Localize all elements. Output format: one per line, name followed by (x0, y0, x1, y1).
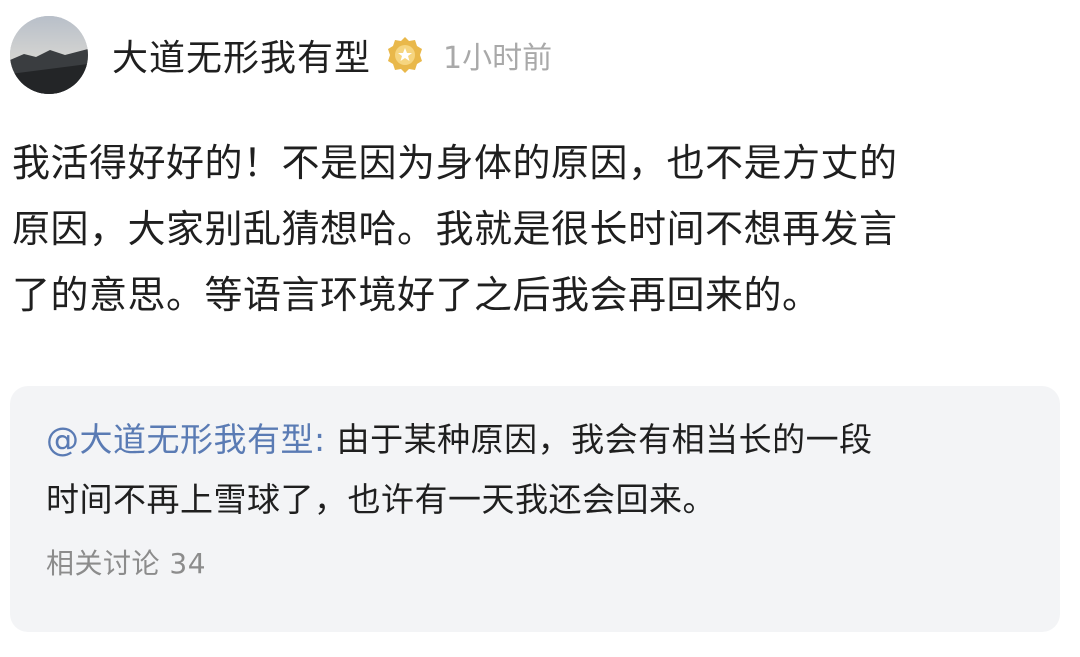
quoted-author-mention[interactable]: @大道无形我有型: (46, 420, 326, 459)
avatar-image (10, 16, 88, 94)
quoted-post-card[interactable]: @大道无形我有型: 由于某种原因，我会有相当长的一段 时间不再上雪球了，也许有一… (10, 386, 1060, 632)
post-time: 1小时前 (443, 41, 553, 76)
post-body-line: 我活得好好的！不是因为身体的原因，也不是方丈的 (12, 141, 898, 185)
post-body-line: 了的意思。等语言环境好了之后我会再回来的。 (12, 273, 821, 317)
author-name[interactable]: 大道无形我有型 (112, 29, 371, 81)
quoted-post-line: @大道无形我有型: 由于某种原因，我会有相当长的一段 (46, 410, 1026, 470)
quoted-text-line2: 时间不再上雪球了，也许有一天我还会回来。 (46, 480, 716, 519)
post-body: 我活得好好的！不是因为身体的原因，也不是方丈的 原因，大家别乱猜想哈。我就是很长… (12, 130, 1068, 328)
verified-badge-icon (385, 35, 425, 75)
quoted-post-text: @大道无形我有型: 由于某种原因，我会有相当长的一段 时间不再上雪球了，也许有一… (46, 410, 1026, 530)
post-header: 大道无形我有型 1小时前 (10, 16, 1070, 94)
avatar[interactable] (10, 16, 88, 94)
related-discussions-link[interactable]: 相关讨论 34 (46, 542, 1026, 582)
quoted-text-line1: 由于某种原因，我会有相当长的一段 (325, 420, 873, 459)
post-body-line: 原因，大家别乱猜想哈。我就是很长时间不想再发言 (12, 207, 898, 251)
